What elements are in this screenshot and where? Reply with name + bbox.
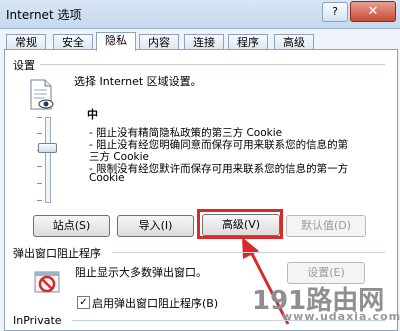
enable-popup-blocker-checkbox[interactable]: ✓ (77, 296, 90, 309)
help-button[interactable]: ? (322, 2, 348, 22)
tab-advanced[interactable]: 高级 (274, 34, 314, 50)
slider-tick (37, 133, 42, 134)
popup-group-divider (112, 252, 385, 253)
settings-group-label: 设置 (11, 57, 37, 73)
tab-general[interactable]: 常规 (6, 34, 46, 50)
title-bar: Internet 选项 ? ✕ (0, 0, 400, 29)
slider-tick (37, 183, 42, 184)
level-description-line: Cookie (89, 172, 125, 184)
slider-tick (37, 166, 42, 167)
advanced-button-highlight (197, 209, 283, 239)
tab-privacy[interactable]: 隐私 (96, 32, 136, 51)
zone-prompt: 选择 Internet 区域设置。 (74, 75, 202, 88)
sites-button[interactable]: 站点(S) (33, 215, 110, 237)
privacy-level-slider-track[interactable] (45, 117, 51, 203)
popup-group-label: 弹出窗口阻止程序 (11, 245, 103, 261)
tab-connections[interactable]: 连接 (184, 34, 224, 50)
privacy-level-name: 中 (87, 108, 98, 121)
popup-description: 阻止显示大多数弹出窗口。 (75, 266, 207, 279)
import-button[interactable]: 导入(I) (117, 215, 194, 237)
window-title: Internet 选项 (6, 8, 82, 22)
settings-group-divider (40, 64, 385, 65)
slider-tick (37, 117, 42, 118)
privacy-level-slider-thumb[interactable] (38, 143, 57, 153)
enable-popup-blocker-label: 启用弹出窗口阻止程序(B) (92, 297, 219, 310)
privacy-document-icon (30, 79, 54, 110)
slider-tick (37, 200, 42, 201)
popup-block-icon (34, 271, 60, 293)
inprivate-group-label: InPrivate (11, 314, 64, 327)
close-button[interactable]: ✕ (350, 1, 396, 22)
watermark-url: www.udaxia.com (282, 310, 400, 323)
tab-security[interactable]: 安全 (53, 34, 93, 50)
tab-programs[interactable]: 程序 (228, 34, 268, 50)
default-button[interactable]: 默认值(D) (286, 215, 366, 237)
tab-content[interactable]: 内容 (139, 34, 179, 50)
level-description-line: - 限制没有经您默许而保存可用来联系您的信息的第一方 (89, 163, 349, 175)
